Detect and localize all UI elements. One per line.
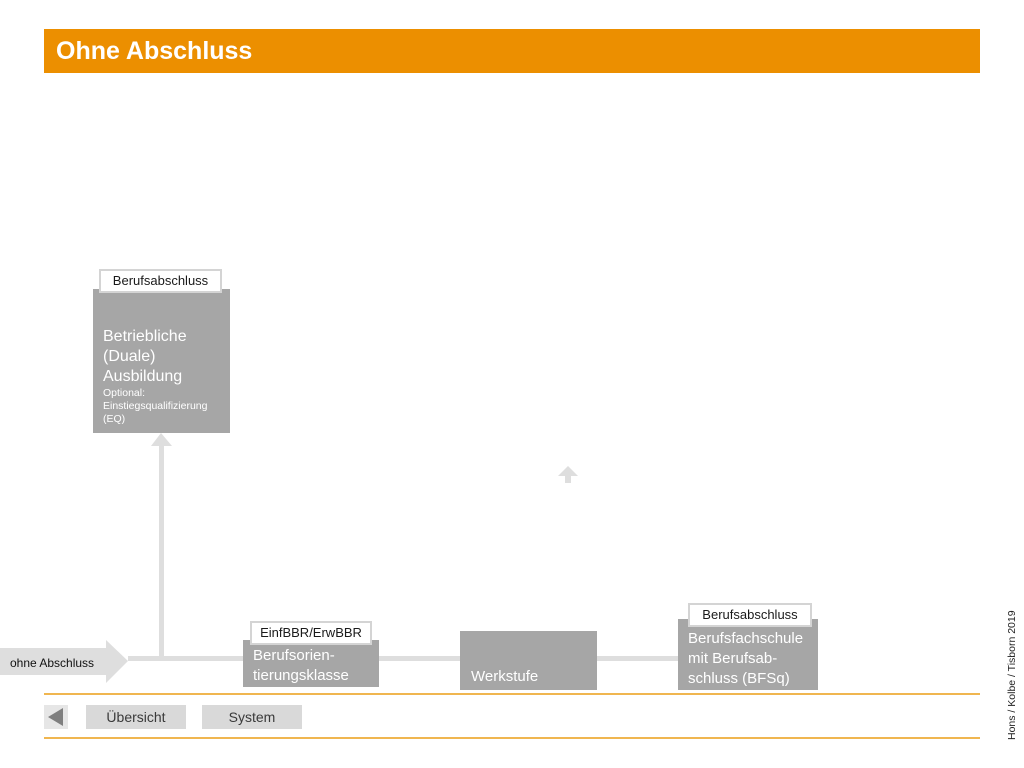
credit-text: Hons / Kolbe / Tisborn 2019	[1006, 610, 1018, 740]
berufsorientierungsklasse-box[interactable]: Berufsorien-tierungsklasse	[243, 640, 379, 687]
duale-ausbildung-box[interactable]: Betriebliche (Duale) Ausbildung Optional…	[93, 289, 230, 433]
back-button[interactable]	[44, 705, 68, 729]
up-arrow-head	[151, 433, 172, 446]
werkstufe-title: Werkstufe	[471, 668, 539, 685]
bfsq-title: Berufsfachschule mit Berufsab-schluss (B…	[688, 630, 804, 687]
footer-divider-top	[44, 693, 980, 695]
bfsq-berufsabschluss-tag: Berufsabschluss	[688, 603, 812, 627]
start-label: ohne Abschluss	[10, 656, 95, 670]
duale-optional-label: Optional:	[103, 387, 146, 399]
berufsorientierungsklasse-title: Berufsorien-tierungsklasse	[253, 647, 349, 684]
back-arrow-icon	[48, 708, 63, 726]
duale-ausbildung-title: Betriebliche (Duale) Ausbildung	[103, 328, 187, 385]
bfsq-box[interactable]: Berufsfachschule mit Berufsab-schluss (B…	[678, 619, 818, 690]
small-up-arrow-icon	[558, 466, 578, 483]
overview-button[interactable]: Übersicht	[86, 705, 186, 729]
einfbbr-erwbbr-tag: EinfBBR/ErwBBR	[250, 621, 372, 645]
duale-berufsabschluss-tag: Berufsabschluss	[99, 269, 222, 293]
duale-optional-text: Einstiegsqualifizierung (EQ)	[103, 400, 208, 425]
system-button[interactable]: System	[202, 705, 302, 729]
werkstufe-box[interactable]: Werkstufe	[460, 631, 597, 690]
vertical-connector-line	[159, 445, 164, 657]
footer-divider-bottom	[44, 737, 980, 739]
